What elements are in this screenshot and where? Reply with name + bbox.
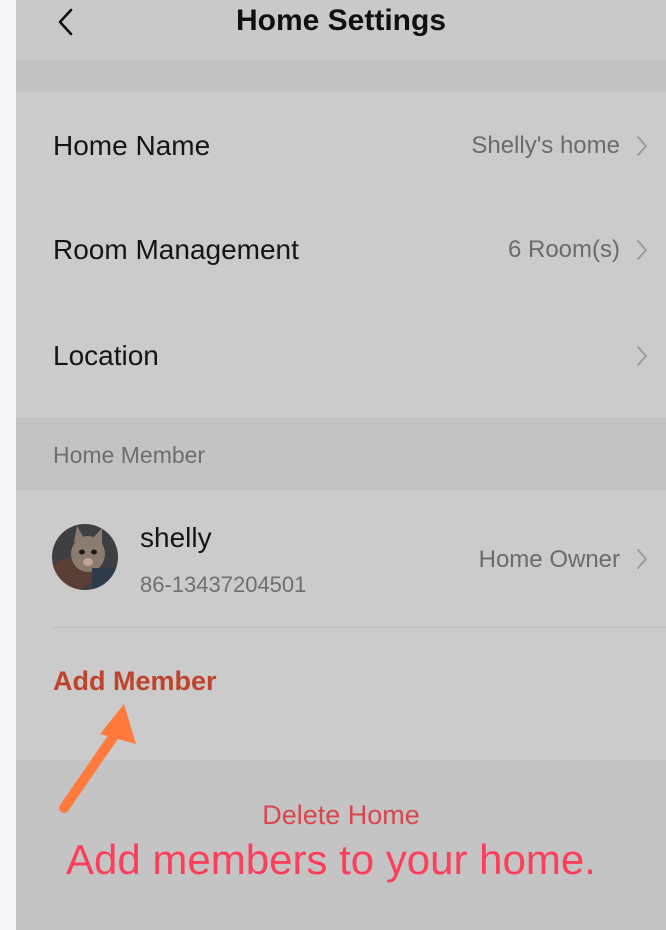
member-phone: 86-13437204501	[140, 572, 307, 597]
settings-card: Home Name Shelly's home Room Management …	[16, 92, 666, 418]
member-role: Home Owner	[478, 546, 620, 573]
chevron-right-icon	[637, 346, 647, 366]
room-count-value: 6 Room(s)	[507, 236, 620, 263]
location-label: Location	[53, 340, 159, 371]
tutorial-caption: Add members to your home.	[66, 836, 596, 883]
room-management-label: Room Management	[53, 234, 299, 265]
cat-avatar-icon	[52, 524, 118, 590]
add-member-button[interactable]: Add Member	[53, 666, 217, 697]
home-name-value: Shelly's home	[471, 132, 620, 159]
chevron-right-icon	[637, 549, 647, 569]
chevron-right-icon	[637, 136, 647, 156]
member-row[interactable]: shelly 86-13437204501 Home Owner	[16, 490, 666, 628]
location-row[interactable]: Location	[16, 306, 666, 406]
left-edge-strip	[0, 0, 16, 930]
top-bar: Home Settings	[16, 0, 666, 60]
section-gap	[16, 60, 666, 92]
home-member-section-header: Home Member	[16, 418, 666, 490]
room-management-row[interactable]: Room Management 6 Room(s)	[16, 200, 666, 300]
orange-arrow-icon	[59, 704, 136, 813]
avatar	[52, 524, 118, 590]
home-name-label: Home Name	[53, 130, 211, 161]
home-settings-screen: Home Settings Home Name Shelly's home Ro…	[16, 0, 666, 930]
home-name-row[interactable]: Home Name Shelly's home	[16, 96, 666, 196]
member-name: shelly	[140, 522, 212, 553]
section-title: Home Member	[53, 442, 206, 468]
page-title: Home Settings	[235, 4, 447, 37]
chevron-right-icon	[637, 240, 647, 260]
